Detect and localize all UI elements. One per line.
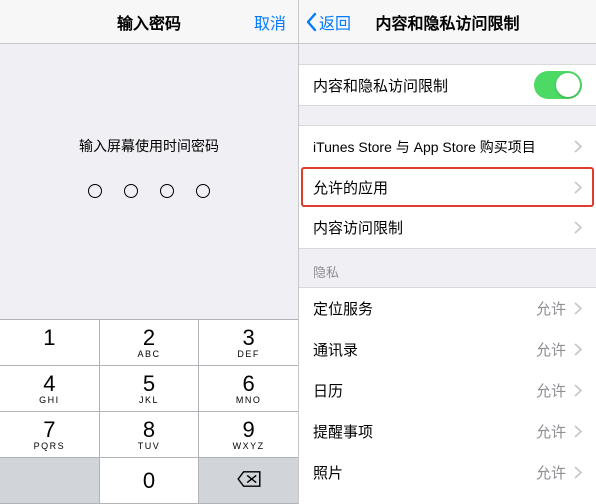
cell-label: iTunes Store 与 App Store 购买项目 [313,137,536,157]
cell-label: 内容访问限制 [313,217,403,238]
key-1[interactable]: 1 [0,320,100,366]
restrictions-screen: 返回 内容和隐私访问限制 内容和隐私访问限制 iTunes Store 与 Ap… [298,0,596,504]
key-digit: 3 [243,327,255,349]
key-5[interactable]: 5 JKL [100,366,200,412]
key-letters: ABC [138,350,161,359]
key-blank [0,458,100,504]
key-digit: 4 [43,373,55,395]
passcode-prompt: 输入屏幕使用时间密码 [79,136,219,156]
key-digit: 5 [143,373,155,395]
key-letters: WXYZ [233,442,265,451]
delete-icon [236,470,262,492]
key-digit: 7 [43,419,55,441]
settings-body: 内容和隐私访问限制 iTunes Store 与 App Store 购买项目 … [299,44,596,504]
passcode-area: 输入屏幕使用时间密码 [0,44,298,319]
key-digit: 8 [143,419,155,441]
cell-value: 允许 [536,421,566,442]
chevron-right-icon [574,302,582,315]
cell-value: 允许 [536,339,566,360]
cell-label: 内容和隐私访问限制 [313,75,448,96]
passcode-dot [88,184,102,198]
restrictions-navbar: 返回 内容和隐私访问限制 [299,0,596,44]
cancel-button[interactable]: 取消 [254,10,286,34]
key-digit: 6 [243,373,255,395]
privacy-section-header: 隐私 [299,248,596,287]
allowed-apps-row[interactable]: 允许的应用 [299,166,596,208]
calendars-row[interactable]: 日历 允许 [299,369,596,411]
chevron-right-icon [574,425,582,438]
chevron-right-icon [574,466,582,479]
itunes-appstore-row[interactable]: iTunes Store 与 App Store 购买项目 [299,125,596,167]
key-3[interactable]: 3 DEF [199,320,298,366]
cell-label: 定位服务 [313,298,373,319]
key-4[interactable]: 4 GHI [0,366,100,412]
chevron-right-icon [574,181,582,194]
key-8[interactable]: 8 TUV [100,412,200,458]
passcode-navbar: 输入密码 取消 [0,0,298,44]
key-2[interactable]: 2 ABC [100,320,200,366]
key-7[interactable]: 7 PQRS [0,412,100,458]
key-digit: 9 [243,419,255,441]
chevron-right-icon [574,384,582,397]
key-6[interactable]: 6 MNO [199,366,298,412]
cell-value: 允许 [536,462,566,483]
passcode-dot [124,184,138,198]
key-letters: PQRS [34,442,66,451]
photos-row[interactable]: 照片 允许 [299,451,596,493]
cell-value: 允许 [536,298,566,319]
reminders-row[interactable]: 提醒事项 允许 [299,410,596,452]
key-0[interactable]: 0 [100,458,200,504]
location-services-row[interactable]: 定位服务 允许 [299,287,596,329]
cell-label: 允许的应用 [313,177,388,198]
chevron-right-icon [574,140,582,153]
cell-value: 允许 [536,380,566,401]
key-letters: MNO [236,396,262,405]
key-digit: 2 [143,327,155,349]
key-letters: JKL [139,396,159,405]
number-keypad: 1 2 ABC 3 DEF 4 GHI 5 JKL 6 MN [0,319,298,504]
key-9[interactable]: 9 WXYZ [199,412,298,458]
chevron-right-icon [574,343,582,356]
key-delete[interactable] [199,458,298,504]
key-letters [47,350,51,359]
cell-label: 照片 [313,462,343,483]
passcode-dot [160,184,174,198]
passcode-dots [88,184,210,198]
contacts-row[interactable]: 通讯录 允许 [299,328,596,370]
cell-label: 日历 [313,380,343,401]
share-my-location-row[interactable]: 共享我的位置 允许 [299,492,596,504]
content-restrictions-row[interactable]: 内容访问限制 [299,207,596,249]
restrictions-nav-title: 内容和隐私访问限制 [299,10,596,34]
key-letters: TUV [138,442,161,451]
passcode-screen: 输入密码 取消 输入屏幕使用时间密码 1 2 ABC 3 DEF [0,0,298,504]
chevron-right-icon [574,221,582,234]
key-digit: 0 [143,470,155,492]
passcode-dot [196,184,210,198]
restrictions-toggle-row[interactable]: 内容和隐私访问限制 [299,64,596,106]
restrictions-toggle[interactable] [534,71,582,99]
cell-label: 提醒事项 [313,421,373,442]
cell-label: 通讯录 [313,339,358,360]
key-letters: DEF [237,350,260,359]
key-letters: GHI [39,396,60,405]
key-digit: 1 [43,327,55,349]
